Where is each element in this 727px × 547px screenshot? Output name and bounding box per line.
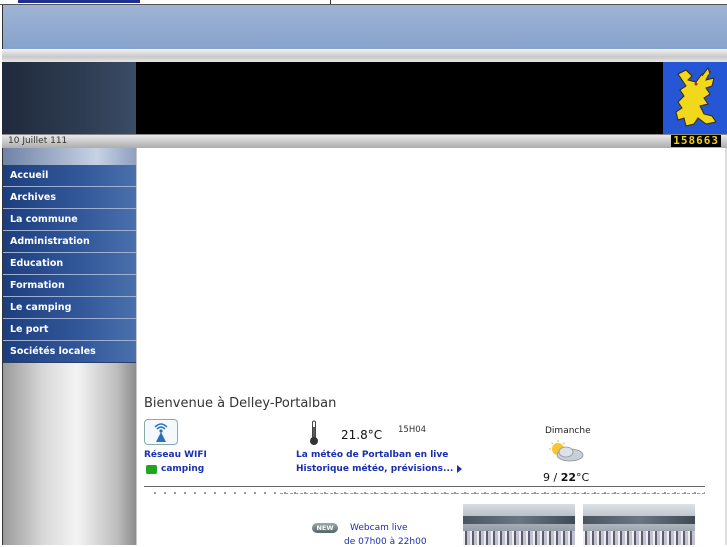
new-badge: NEW (312, 523, 338, 533)
menu-item-societes-locales[interactable]: Sociétés locales (3, 341, 137, 362)
webcam-thumbnail-1[interactable] (463, 504, 575, 545)
menu-item-accueil[interactable]: Accueil (3, 165, 137, 187)
date-bar: 10 Juillet 111 (2, 134, 727, 149)
menu-item-administration[interactable]: Administration (3, 231, 137, 253)
thumbnail-landscape (463, 516, 575, 524)
coat-of-arms-logo (663, 62, 727, 134)
sidebar: Accueil Archives La commune Administrati… (2, 148, 137, 545)
header-left-panel (2, 62, 136, 136)
divider (330, 0, 331, 4)
partly-cloudy-icon (549, 440, 584, 462)
camping-tent-icon (146, 464, 157, 474)
menu-divider (3, 362, 137, 363)
dashed-divider (280, 493, 705, 494)
header-separator (2, 49, 727, 62)
webcam-link[interactable]: Webcam live (350, 523, 408, 533)
menu-item-formation[interactable]: Formation (3, 275, 137, 297)
current-temperature: 21.8°C (341, 428, 383, 442)
antenna-icon (154, 423, 168, 442)
header-band (2, 5, 727, 49)
forecast-low: 9 (543, 471, 550, 484)
forecast-high: 22 (560, 471, 577, 484)
menu-item-archives[interactable]: Archives (3, 187, 137, 209)
webcam-hours[interactable]: de 07h00 à 22h00 (344, 537, 427, 547)
forecast-temperatures: 9 / 22°C (543, 471, 589, 484)
welcome-heading: Bienvenue à Delley-Portalban (144, 396, 337, 411)
camping-label: camping (161, 464, 205, 474)
thumbnail-harbor (463, 531, 575, 545)
thermometer-icon (310, 420, 318, 445)
wifi-icon[interactable] (144, 419, 178, 445)
menu-item-le-camping[interactable]: Le camping (3, 297, 137, 319)
header-banner (136, 62, 663, 134)
measurement-time: 15H04 (398, 425, 427, 435)
weather-history-link[interactable]: Historique météo, prévisions... (296, 464, 463, 474)
forecast-unit: °C (576, 471, 590, 484)
visitor-counter: 158663 (671, 134, 721, 147)
wifi-link[interactable]: Réseau WIFI (144, 450, 207, 460)
weather-history-label: Historique météo, prévisions... (296, 464, 454, 474)
forecast-day: Dimanche (545, 426, 591, 436)
main-menu: Accueil Archives La commune Administrati… (3, 165, 137, 362)
lion-icon (666, 64, 724, 132)
thumbnail-landscape (583, 516, 695, 524)
arrow-right-icon (457, 465, 463, 473)
thumbnail-harbor (583, 531, 695, 545)
live-weather-link[interactable]: La météo de Portalban en live (296, 450, 448, 460)
menu-item-le-port[interactable]: Le port (3, 319, 137, 341)
menu-item-la-commune[interactable]: La commune (3, 209, 137, 231)
forecast-separator: / (550, 471, 561, 484)
menu-item-education[interactable]: Education (3, 253, 137, 275)
current-date: 10 Juillet 111 (8, 136, 68, 146)
section-divider (144, 486, 705, 487)
active-tab-marker (18, 0, 140, 3)
sidebar-top-gradient (3, 148, 137, 165)
webcam-thumbnail-2[interactable] (583, 504, 695, 545)
camping-link[interactable]: camping (146, 464, 204, 474)
